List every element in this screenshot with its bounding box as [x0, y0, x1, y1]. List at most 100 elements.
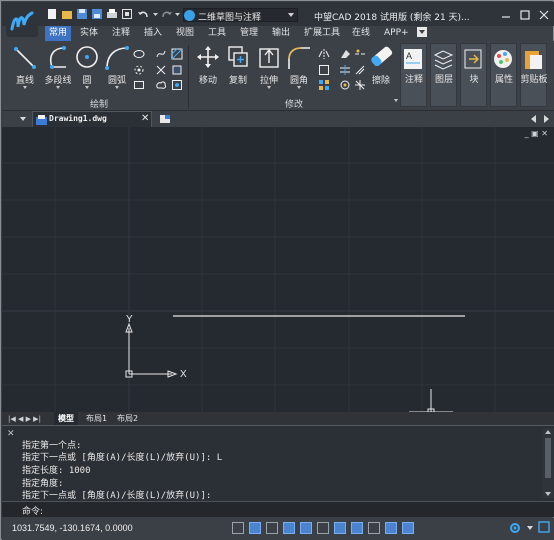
workspace-label: 二维草图与注释: [198, 13, 262, 23]
offset-icon[interactable]: [318, 64, 330, 76]
zwcad-logo-icon[interactable]: [6, 7, 40, 37]
tab-tools[interactable]: 工具: [208, 26, 226, 41]
selection-cycling-icon[interactable]: [402, 522, 414, 534]
ucs-icon: [125, 322, 178, 378]
tab-scroll-left-icon[interactable]: [530, 114, 538, 127]
layout-tab-bar: |◀ ◀ ▶ ▶| 模型 布局1 布局2: [2, 412, 554, 425]
tab-solid[interactable]: 实体: [80, 26, 98, 41]
spline-icon[interactable]: [155, 48, 167, 60]
grid-display-icon[interactable]: [249, 522, 261, 534]
new-file-icon[interactable]: [46, 8, 58, 20]
close-command-panel-icon[interactable]: ✕: [7, 429, 15, 439]
revcloud-icon[interactable]: [155, 79, 167, 91]
close-button[interactable]: [536, 8, 552, 22]
window-title: 中望CAD 2018 试用版 (剩余 21 天)...: [314, 13, 470, 23]
zoom-extents-icon[interactable]: [121, 8, 133, 20]
command-history-line: 指定下一点或 [角度(A)/长度(L)/放弃(U)]:: [22, 491, 212, 501]
clipboard-label: 剪贴板: [520, 75, 548, 85]
object-track-icon[interactable]: [317, 522, 329, 534]
minimize-button[interactable]: [498, 8, 514, 22]
rotate-icon[interactable]: [339, 79, 351, 91]
layout-nav-arrows[interactable]: |◀ ◀ ▶ ▶|: [8, 415, 41, 423]
tab-model[interactable]: 模型: [54, 412, 78, 425]
point-icon[interactable]: [133, 64, 145, 76]
grid-snap-icon[interactable]: [232, 522, 244, 534]
command-history-line: 指定下一点或 [角度(A)/长度(L)/放弃(U)]: L: [22, 453, 223, 463]
ortho-icon[interactable]: [266, 522, 278, 534]
region-icon[interactable]: [171, 64, 183, 76]
command-history-line: 指定长度: 1000: [22, 466, 91, 476]
boundary-icon[interactable]: [171, 79, 183, 91]
save-icon[interactable]: [76, 8, 88, 20]
clean-screen-icon[interactable]: [538, 521, 550, 536]
tab-annotate[interactable]: 注释: [112, 26, 130, 41]
globe-icon: [184, 10, 195, 21]
tab-online[interactable]: 在线: [352, 26, 370, 41]
xline-icon[interactable]: [155, 64, 167, 76]
quick-properties-icon[interactable]: [385, 522, 397, 534]
draw-panel-label[interactable]: 绘制: [90, 97, 108, 110]
dropdown-arrow-icon: [297, 86, 301, 89]
tab-list-dropdown-icon[interactable]: [20, 117, 26, 121]
chevron-down-icon: [288, 13, 294, 17]
drawn-line[interactable]: [2, 127, 554, 412]
tab-insert[interactable]: 插入: [144, 26, 162, 41]
save-as-icon[interactable]: [91, 8, 103, 20]
new-tab-icon[interactable]: [159, 114, 171, 127]
tab-home[interactable]: 常用: [45, 26, 72, 41]
dynamic-ucs-icon[interactable]: [334, 522, 346, 534]
dropdown-arrow-icon: [267, 86, 271, 89]
maximize-button[interactable]: [517, 8, 533, 22]
dropdown-arrow-icon: [115, 86, 119, 89]
cursor-coordinates: 1031.7549, -130.1674, 0.0000: [12, 523, 133, 533]
array-icon[interactable]: [318, 79, 330, 91]
fillet-tool-button[interactable]: 圆角: [277, 43, 321, 89]
ribbon-toggle-icon[interactable]: [417, 27, 427, 42]
dropdown-arrow-icon: [85, 86, 89, 89]
fillet-tool-label: 圆角: [289, 76, 308, 86]
panel-expand-icon[interactable]: [394, 99, 398, 102]
document-tab-name: Drawing1.dwg: [49, 114, 107, 123]
tab-scroll-right-icon[interactable]: [542, 114, 550, 127]
undo-icon[interactable]: [137, 8, 149, 20]
polar-icon[interactable]: [283, 522, 295, 534]
command-prompt: 命令:: [22, 507, 44, 517]
print-icon[interactable]: [106, 8, 118, 20]
status-menu-icon[interactable]: [526, 523, 534, 536]
command-line[interactable]: 命令:: [2, 501, 554, 517]
title-bar: 二维草图与注释 中望CAD 2018 试用版 (剩余 21 天)...: [2, 2, 554, 37]
erase-small-icon[interactable]: [339, 48, 351, 60]
drawing-canvas[interactable]: _ ▣ ✕ Y X: [2, 127, 554, 412]
undo-dropdown-icon[interactable]: [153, 8, 159, 20]
app-window: 二维草图与注释 中望CAD 2018 试用版 (剩余 21 天)... 常用 实…: [0, 0, 554, 540]
mirror-icon[interactable]: [318, 48, 330, 60]
redo-icon[interactable]: [160, 8, 172, 20]
tab-view[interactable]: 视图: [176, 26, 194, 41]
svg-text:A: A: [406, 51, 412, 61]
command-scrollbar[interactable]: [542, 428, 554, 498]
workspace-settings-icon[interactable]: [508, 521, 522, 538]
ellipse-icon[interactable]: [133, 48, 145, 60]
crosshair-cursor: [409, 389, 453, 412]
redo-dropdown-icon[interactable]: [175, 8, 181, 20]
tab-layout2[interactable]: 布局2: [117, 412, 138, 425]
clipboard-panel-button[interactable]: 剪贴板: [520, 43, 548, 107]
workspace-select[interactable]: 二维草图与注释: [183, 8, 298, 23]
document-tab[interactable]: Drawing1.dwg ✕: [32, 111, 152, 127]
dynamic-input-icon[interactable]: [351, 522, 363, 534]
tab-extensions[interactable]: 扩展工具: [304, 26, 340, 41]
object-snap-icon[interactable]: [300, 522, 312, 534]
tab-manage[interactable]: 管理: [240, 26, 258, 41]
close-tab-icon[interactable]: ✕: [141, 113, 149, 124]
open-folder-icon[interactable]: [61, 8, 73, 20]
hatch-icon[interactable]: [171, 48, 183, 60]
tab-app-plus[interactable]: APP+: [384, 26, 409, 41]
modify-panel-label[interactable]: 修改: [285, 97, 303, 110]
ribbon: 直线 多段线 圆 圆弧 移动 复制 拉伸 圆角 擦除 A 注释 图层 块 属性 …: [2, 41, 554, 111]
rectangle-icon[interactable]: [133, 79, 145, 91]
lineweight-icon[interactable]: [368, 522, 380, 534]
tab-output[interactable]: 输出: [272, 26, 290, 41]
ribbon-tabs: 常用 实体 注释 插入 视图 工具 管理 输出 扩展工具 在线 APP+: [45, 26, 553, 41]
tab-layout1[interactable]: 布局1: [86, 412, 107, 425]
trim-icon[interactable]: [339, 64, 351, 76]
